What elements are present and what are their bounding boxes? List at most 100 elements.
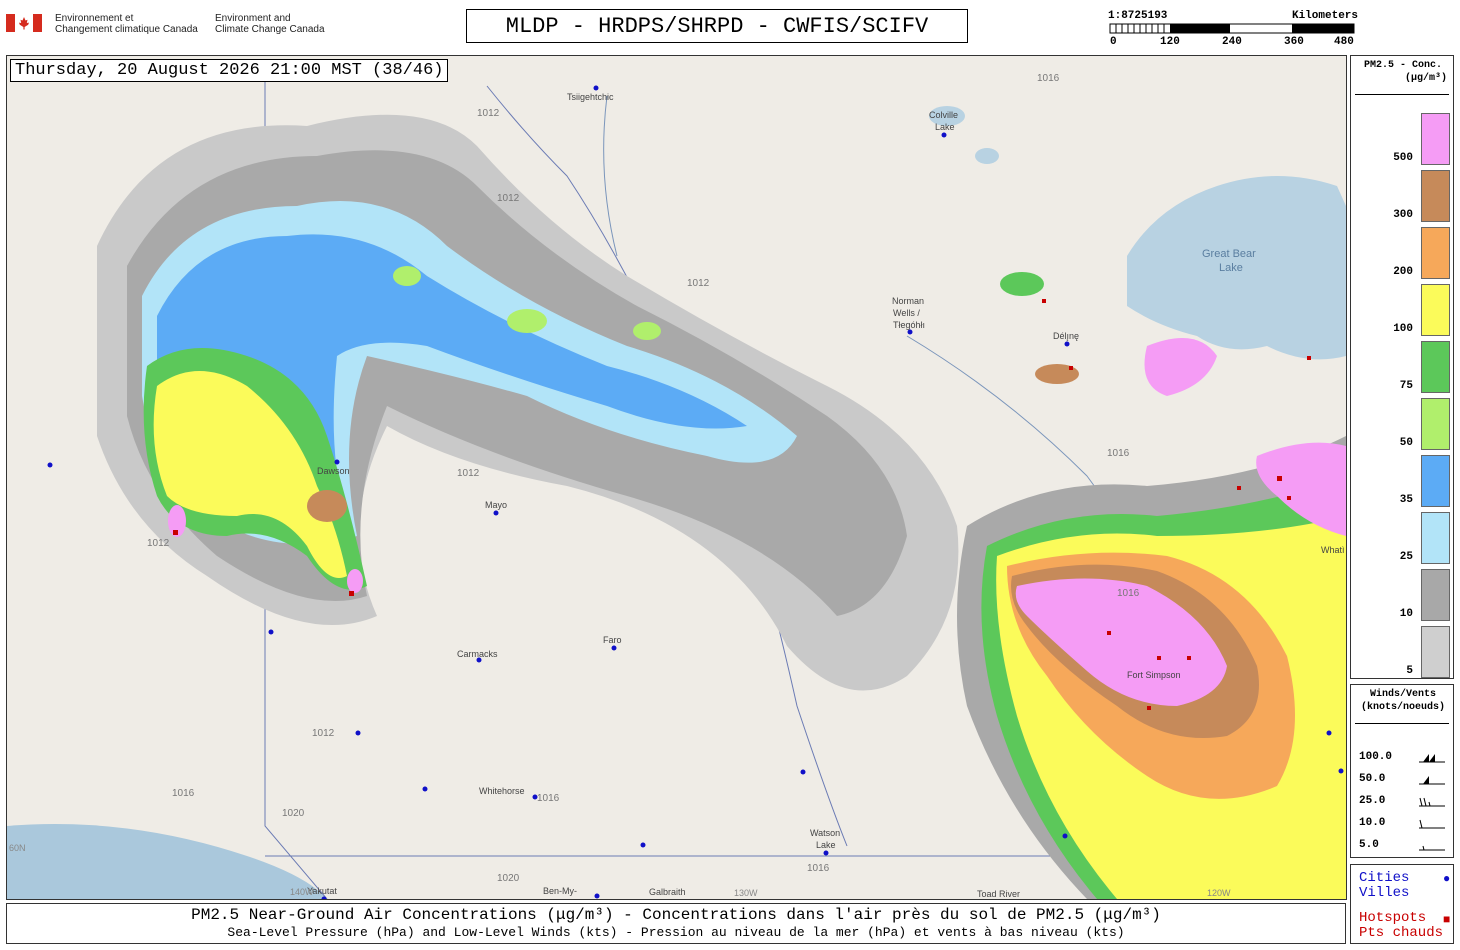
lake — [975, 148, 999, 164]
place-label: Norman — [892, 296, 925, 306]
wind-barb-icon — [1419, 845, 1445, 851]
wind-speed-label: 50.0 — [1359, 773, 1386, 785]
graticule-label: 120W — [1207, 888, 1231, 898]
wind-legend-title-line2: (knots/noeuds) — [1360, 702, 1445, 713]
place-label: Watson — [810, 828, 841, 838]
scale-tick: 360 — [1284, 36, 1304, 48]
place-label: Ben-My- — [543, 886, 578, 896]
pm25-500-area — [347, 569, 363, 593]
city-dot — [907, 329, 913, 335]
hotspot-marker — [1042, 299, 1046, 303]
place-label: Lake — [816, 840, 836, 850]
agency-name-fr: Environnement et Changement climatique C… — [55, 13, 198, 35]
pm25-300-area — [307, 490, 347, 522]
wind-row: 50.0 — [1359, 773, 1449, 791]
legend-label: 5 — [1406, 665, 1413, 677]
legend-label: 10 — [1399, 608, 1413, 620]
isobar-label: 1016 — [1107, 448, 1130, 459]
hotspot-marker — [349, 591, 354, 596]
place-label: Mayo — [485, 500, 508, 510]
legend-title-line2: (μg/m³) — [1404, 73, 1447, 84]
graticule-label: 60N — [9, 843, 26, 853]
scale-bar: 1:8725193 Kilometers 0 120 240 360 480 — [1108, 10, 1358, 50]
place-label: Fort Simpson — [1127, 670, 1181, 680]
place-label: Carmacks — [457, 649, 498, 659]
city-dot — [1064, 341, 1070, 347]
hotspot-marker — [1107, 631, 1111, 635]
agency-fr-line2: Changement climatique Canada — [55, 24, 198, 35]
city-dot — [47, 462, 53, 468]
legend-title: PM2.5 - Conc. (μg/m³) — [1351, 59, 1455, 85]
isobar-label: 1012 — [147, 538, 170, 549]
legend-swatch — [1421, 341, 1450, 393]
map-panel[interactable]: 1012 1012 1012 1012 1012 1012 1016 1016 … — [6, 55, 1347, 900]
city-dot — [800, 769, 806, 775]
isobar-label: 1016 — [1117, 588, 1140, 599]
city-dot — [532, 794, 538, 800]
pm25-50-area — [393, 266, 421, 286]
map-canvas: 1012 1012 1012 1012 1012 1012 1016 1016 … — [7, 56, 1346, 899]
city-dot — [941, 132, 947, 138]
wind-barb-icon — [1419, 776, 1445, 785]
hotspot-marker — [1157, 656, 1161, 660]
isobar-label: 1012 — [457, 468, 480, 479]
isobar-label: 1012 — [497, 193, 520, 204]
city-dot — [823, 850, 829, 856]
wind-legend-title: Winds/Vents (knots/noeuds) — [1351, 688, 1455, 714]
place-label: Faro — [603, 635, 622, 645]
agency-en-line1: Environment and — [215, 13, 291, 24]
legend-swatch — [1421, 227, 1450, 279]
city-dot — [593, 85, 599, 91]
city-dot — [640, 842, 646, 848]
legend-swatch — [1421, 170, 1450, 222]
legend-swatch — [1421, 284, 1450, 336]
wind-speed-label: 100.0 — [1359, 751, 1393, 763]
pm25-75-area — [1000, 272, 1044, 296]
hotspot-marker — [1187, 656, 1191, 660]
agency-name-en: Environment and Climate Change Canada — [215, 13, 325, 35]
isobar-label: 1020 — [497, 873, 520, 884]
key-hotspots-fr: Pts chauds — [1359, 925, 1444, 941]
wind-speed-label: 10.0 — [1359, 817, 1386, 829]
hotspot-marker — [173, 530, 178, 535]
wind-row: 10.0 — [1359, 817, 1449, 835]
agency-en-line2: Climate Change Canada — [215, 24, 325, 35]
scale-units: Kilometers — [1291, 10, 1358, 22]
pm25-50-area — [633, 322, 661, 340]
wind-barb-icon — [1419, 797, 1445, 807]
legend-swatch — [1421, 626, 1450, 678]
footer-line1: PM2.5 Near-Ground Air Concentrations (μg… — [191, 906, 1161, 924]
scale-ratio: 1:8725193 — [1108, 10, 1168, 22]
legend-label: 50 — [1399, 437, 1413, 449]
hotspot-marker — [1237, 486, 1241, 490]
wind-barb-icon — [1419, 754, 1445, 763]
hotspot-marker — [1287, 496, 1291, 500]
wind-barb-icon — [1419, 819, 1445, 829]
footer-line2: Sea-Level Pressure (hPa) and Low-Level W… — [227, 925, 1125, 940]
place-label: Tsiigehtchic — [567, 92, 614, 102]
city-dot — [1338, 768, 1344, 774]
city-dot — [1326, 730, 1332, 736]
scale-tick: 480 — [1334, 36, 1354, 48]
model-title: MLDP - HRDPS/SHRPD - CWFIS/SCIFV — [466, 9, 968, 43]
city-dot-icon: ● — [1443, 871, 1451, 885]
legend-swatch — [1421, 398, 1450, 450]
place-label: Galbraith — [649, 887, 686, 897]
legend-title-line1: PM2.5 - Conc. — [1363, 60, 1442, 71]
hotspot-marker — [1277, 476, 1282, 481]
wind-row: 5.0 — [1359, 839, 1449, 857]
place-label: Whatì — [1321, 545, 1345, 555]
place-label: Whitehorse — [479, 786, 525, 796]
place-label: Wells / — [893, 308, 920, 318]
isobar-label: 1012 — [477, 108, 500, 119]
scale-tick: 120 — [1160, 36, 1180, 48]
legend-swatch — [1421, 113, 1450, 165]
hotspot-marker — [1307, 356, 1311, 360]
legend-swatch — [1421, 569, 1450, 621]
city-dot — [355, 730, 361, 736]
city-dot — [334, 459, 340, 465]
legend-swatch — [1421, 512, 1450, 564]
valid-time-label: Thursday, 20 August 2026 21:00 MST (38/4… — [10, 59, 449, 82]
legend-label: 300 — [1393, 209, 1413, 221]
wind-speed-label: 5.0 — [1359, 839, 1379, 851]
